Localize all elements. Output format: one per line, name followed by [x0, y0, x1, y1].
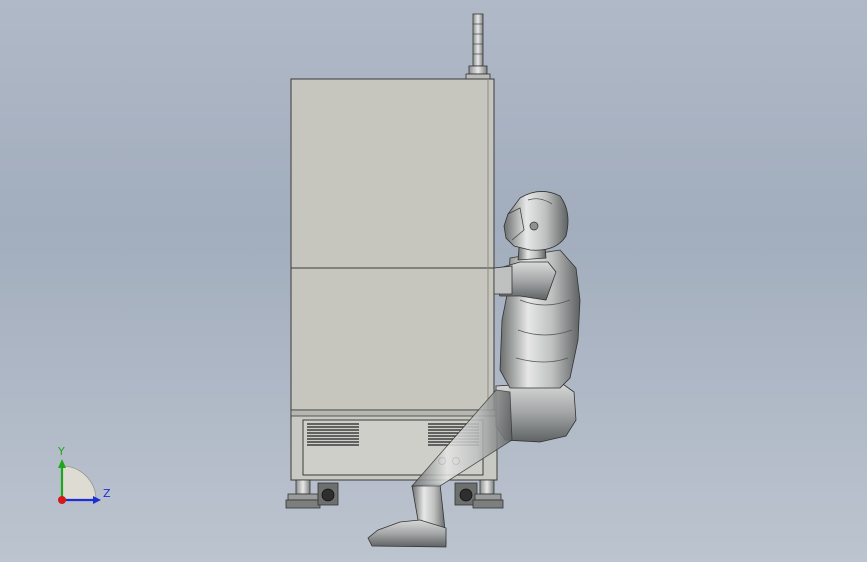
mannequin-head: [503, 191, 569, 251]
axis-triad[interactable]: Y Z: [57, 445, 111, 504]
mannequin-foot: [367, 519, 447, 548]
signal-tower: [465, 13, 491, 80]
machine-feet: [285, 479, 504, 509]
triad-z-label: Z: [103, 487, 111, 500]
machine-lower-panel: [290, 267, 495, 411]
machine-upper-panel: [290, 78, 495, 269]
triad-quadrant: [61, 465, 97, 501]
cad-scene: Y Z: [57, 13, 581, 548]
triad-x-axis: [58, 496, 66, 504]
cad-viewport[interactable]: Y Z: [0, 0, 867, 562]
triad-y-label: Y: [57, 445, 65, 458]
machine-cabinet[interactable]: [290, 78, 498, 481]
